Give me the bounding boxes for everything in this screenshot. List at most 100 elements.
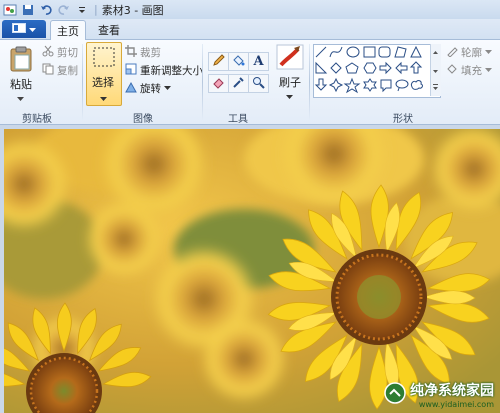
cut-label: 剪切 bbox=[57, 46, 78, 59]
rotate-icon bbox=[125, 81, 137, 96]
paste-dropdown-icon bbox=[17, 92, 24, 105]
paint-app-icon[interactable] bbox=[2, 3, 18, 17]
shape-six-point-star[interactable] bbox=[363, 78, 377, 92]
shape-rounded-rectangle[interactable] bbox=[378, 46, 391, 58]
select-button[interactable]: 选择 bbox=[86, 42, 122, 106]
undo-icon[interactable] bbox=[38, 3, 54, 17]
shape-pentagon[interactable] bbox=[345, 62, 359, 74]
sunflower-photo bbox=[4, 129, 500, 413]
shape-line[interactable] bbox=[315, 46, 327, 58]
title-bar: | 素材3 - 画图 bbox=[0, 0, 500, 19]
customize-dropdown-icon[interactable] bbox=[74, 3, 90, 17]
shape-polygon[interactable] bbox=[394, 46, 407, 58]
outline-button[interactable]: 轮廓 bbox=[446, 44, 492, 60]
resize-icon bbox=[125, 63, 137, 78]
shapes-gallery-grid bbox=[314, 45, 423, 94]
shape-oval-callout[interactable] bbox=[395, 79, 409, 92]
shape-cloud-callout[interactable] bbox=[411, 80, 423, 90]
watermark-logo-icon bbox=[384, 382, 406, 407]
color-picker-tool[interactable] bbox=[228, 74, 249, 93]
brushes-dropdown-icon bbox=[286, 90, 293, 103]
crop-icon bbox=[125, 44, 137, 60]
outline-label: 轮廓 bbox=[461, 46, 482, 59]
image-canvas[interactable]: 纯净系统家园 www.yidaimei.com bbox=[4, 129, 500, 413]
ribbon-tabs: 主页 查看 bbox=[0, 19, 500, 40]
select-label: 选择 bbox=[92, 76, 114, 89]
brush-icon bbox=[276, 44, 304, 73]
resize-label: 重新调整大小 bbox=[140, 64, 203, 77]
clipboard-icon bbox=[9, 46, 33, 75]
save-icon[interactable] bbox=[20, 3, 36, 17]
shape-diamond[interactable] bbox=[330, 62, 342, 74]
watermark-name: 纯净系统家园 bbox=[410, 383, 494, 399]
fill-label: 填充 bbox=[461, 64, 482, 77]
eraser-icon bbox=[212, 76, 225, 92]
ribbon-home: 粘贴 剪切 复制 剪贴板 选择 裁剪 重新调整大小 旋转 图像 A 工具 刷子 … bbox=[0, 40, 500, 167]
brushes-label: 刷子 bbox=[279, 76, 301, 89]
tab-home[interactable]: 主页 bbox=[50, 20, 86, 40]
chevron-down-icon bbox=[29, 23, 36, 36]
group-divider bbox=[202, 44, 203, 120]
file-menu-icon bbox=[12, 22, 26, 36]
pencil-tool[interactable] bbox=[208, 52, 229, 71]
shape-arrow-right[interactable] bbox=[379, 61, 392, 75]
selection-icon bbox=[93, 47, 115, 70]
shapes-group-label: 形状 bbox=[393, 114, 413, 125]
shape-four-point-star[interactable] bbox=[328, 77, 344, 93]
shape-curve[interactable] bbox=[329, 46, 343, 58]
rotate-button[interactable]: 旋转 bbox=[125, 80, 171, 96]
shape-rectangle[interactable] bbox=[363, 46, 376, 58]
paste-button[interactable]: 粘贴 bbox=[6, 44, 36, 102]
scissors-icon bbox=[42, 45, 54, 60]
shape-right-triangle[interactable] bbox=[315, 61, 328, 74]
select-dropdown-icon bbox=[100, 92, 107, 105]
fill-icon bbox=[446, 63, 458, 78]
color-picker-icon bbox=[232, 76, 245, 92]
text-tool[interactable]: A bbox=[248, 52, 269, 71]
file-menu-button[interactable] bbox=[2, 20, 46, 38]
shape-arrow-down[interactable] bbox=[314, 78, 328, 91]
clipboard-group-label: 剪贴板 bbox=[22, 114, 52, 125]
fill-bucket-icon bbox=[232, 54, 245, 70]
shape-five-point-star[interactable] bbox=[343, 77, 361, 94]
shape-hexagon[interactable] bbox=[363, 62, 377, 74]
paste-label: 粘贴 bbox=[10, 78, 32, 91]
tab-view[interactable]: 查看 bbox=[92, 20, 126, 39]
fill-button[interactable]: 填充 bbox=[446, 62, 492, 78]
copy-icon bbox=[42, 63, 54, 78]
tab-home-label: 主页 bbox=[57, 24, 79, 38]
cut-button[interactable]: 剪切 bbox=[42, 44, 78, 60]
crop-button[interactable]: 裁剪 bbox=[125, 44, 161, 60]
redo-icon[interactable] bbox=[56, 3, 72, 17]
shape-arrow-up[interactable] bbox=[409, 61, 423, 74]
watermark: 纯净系统家园 www.yidaimei.com bbox=[384, 380, 494, 409]
image-group-label: 图像 bbox=[133, 114, 153, 125]
outline-icon bbox=[446, 45, 458, 60]
tools-group-label: 工具 bbox=[228, 114, 248, 125]
copy-label: 复制 bbox=[57, 64, 78, 77]
pencil-icon bbox=[212, 53, 225, 70]
watermark-url: www.yidaimei.com bbox=[418, 400, 494, 409]
crop-label: 裁剪 bbox=[140, 46, 161, 59]
rotate-dropdown-icon bbox=[164, 82, 171, 94]
fill-dropdown-icon bbox=[485, 64, 492, 76]
resize-button[interactable]: 重新调整大小 bbox=[125, 62, 203, 78]
window-title: 素材3 - 画图 bbox=[101, 3, 164, 17]
shape-arrow-left[interactable] bbox=[395, 61, 408, 75]
copy-button[interactable]: 复制 bbox=[42, 62, 78, 78]
eraser-tool[interactable] bbox=[208, 74, 229, 93]
rotate-label: 旋转 bbox=[140, 82, 161, 95]
group-divider bbox=[82, 44, 83, 120]
text-icon: A bbox=[253, 54, 264, 69]
shape-triangle[interactable] bbox=[410, 45, 422, 58]
shapes-scrollbar[interactable] bbox=[430, 44, 441, 96]
brushes-button[interactable]: 刷子 bbox=[274, 42, 306, 104]
shape-oval[interactable] bbox=[346, 46, 360, 58]
magnifier-tool[interactable] bbox=[248, 74, 269, 93]
group-divider bbox=[309, 44, 310, 120]
magnifier-icon bbox=[252, 76, 265, 92]
shape-rounded-callout[interactable] bbox=[380, 79, 392, 93]
fill-tool[interactable] bbox=[228, 52, 249, 71]
tab-view-label: 查看 bbox=[98, 23, 120, 37]
canvas-workspace[interactable]: 纯净系统家园 www.yidaimei.com bbox=[0, 125, 500, 413]
